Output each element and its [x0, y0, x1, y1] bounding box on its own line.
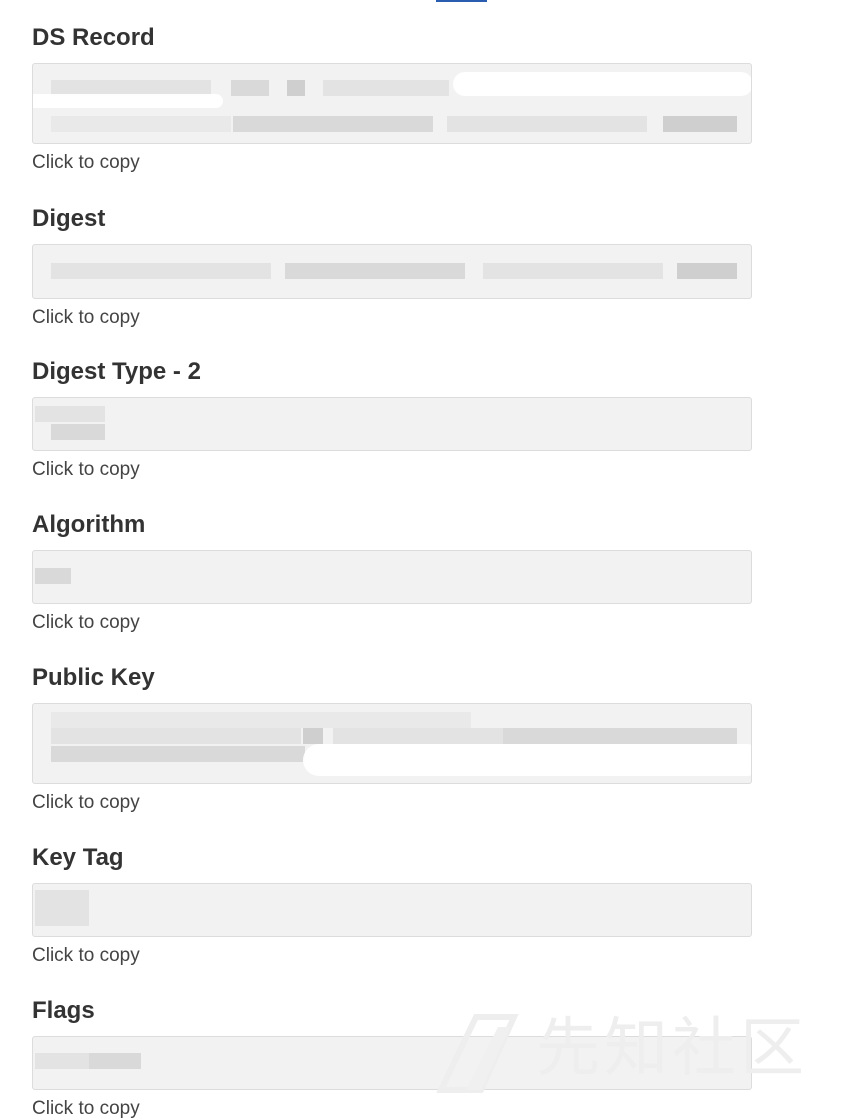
field-digest: Digest Click to copy — [32, 205, 752, 329]
flags-value-box[interactable] — [32, 1036, 752, 1090]
field-label: Flags — [32, 997, 95, 1024]
field-label: Digest Type - 2 — [32, 358, 201, 385]
copy-hint[interactable]: Click to copy — [32, 612, 140, 634]
field-label: Algorithm — [32, 511, 146, 538]
copy-hint[interactable]: Click to copy — [32, 792, 140, 814]
field-label: Digest — [32, 205, 106, 232]
field-flags: Flags Click to copy — [32, 997, 752, 1120]
digest-value-box[interactable] — [32, 244, 752, 299]
key-tag-value-box[interactable] — [32, 883, 752, 937]
copy-hint[interactable]: Click to copy — [32, 1098, 140, 1120]
active-tab-indicator — [436, 0, 487, 2]
copy-hint[interactable]: Click to copy — [32, 307, 140, 329]
field-key-tag: Key Tag Click to copy — [32, 844, 752, 967]
ds-record-value-box[interactable] — [32, 63, 752, 144]
digest-type-value-box[interactable] — [32, 397, 752, 451]
field-label: Key Tag — [32, 844, 124, 871]
copy-hint[interactable]: Click to copy — [32, 945, 140, 967]
public-key-value-box[interactable] — [32, 703, 752, 784]
field-ds-record: DS Record Click to copy — [32, 24, 752, 174]
field-digest-type: Digest Type - 2 Click to copy — [32, 358, 752, 481]
copy-hint[interactable]: Click to copy — [32, 152, 140, 174]
algorithm-value-box[interactable] — [32, 550, 752, 604]
field-public-key: Public Key Click to copy — [32, 664, 752, 814]
copy-hint[interactable]: Click to copy — [32, 459, 140, 481]
field-algorithm: Algorithm Click to copy — [32, 511, 752, 634]
field-label: DS Record — [32, 24, 155, 51]
field-label: Public Key — [32, 664, 155, 691]
